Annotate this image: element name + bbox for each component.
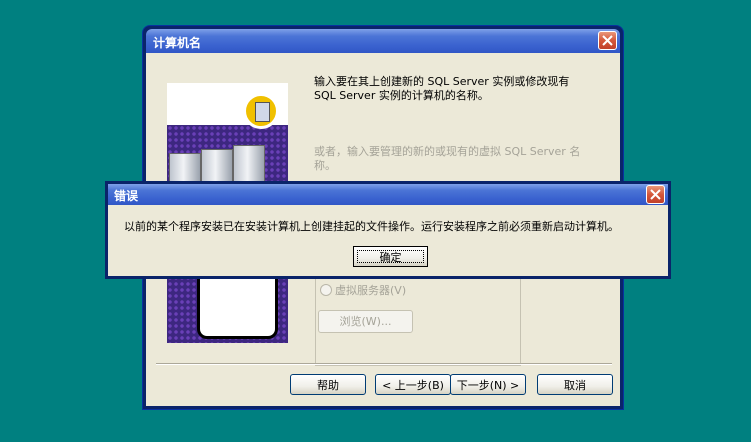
error-title-bar[interactable]: 错误 bbox=[108, 184, 668, 205]
next-button[interactable]: 下一步(N) > bbox=[450, 374, 526, 395]
help-button[interactable]: 帮助 bbox=[290, 374, 366, 395]
ok-button-label: 确定 bbox=[357, 250, 424, 264]
divider bbox=[156, 363, 612, 365]
close-button[interactable] bbox=[598, 31, 617, 50]
dialog-title-bar[interactable]: 计算机名 bbox=[146, 29, 620, 53]
virtual-server-radio[interactable]: 虚拟服务器(V) bbox=[320, 282, 406, 298]
cancel-button[interactable]: 取消 bbox=[537, 374, 613, 395]
close-icon bbox=[650, 189, 661, 200]
error-dialog: 错误 以前的某个程序安装已在安装计算机上创建挂起的文件操作。运行安装程序之前必须… bbox=[105, 181, 671, 279]
ok-button[interactable]: 确定 bbox=[353, 246, 428, 267]
browse-button[interactable]: 浏览(W)... bbox=[318, 310, 413, 333]
computer-badge-icon bbox=[243, 93, 279, 129]
error-close-button[interactable] bbox=[646, 185, 665, 204]
dialog-title: 计算机名 bbox=[153, 36, 202, 50]
back-button[interactable]: < 上一步(B) bbox=[375, 374, 451, 395]
error-message: 以前的某个程序安装已在安装计算机上创建挂起的文件操作。运行安装程序之前必须重新启… bbox=[124, 220, 619, 233]
virtual-server-label: 虚拟服务器(V) bbox=[335, 284, 407, 297]
instruction-text: 输入要在其上创建新的 SQL Server 实例或修改现有 SQL Server… bbox=[314, 75, 570, 102]
close-icon bbox=[602, 35, 613, 46]
radio-icon bbox=[320, 284, 332, 296]
alternative-instruction-text: 或者，输入要管理的新的或现有的虚拟 SQL Server 名称。 bbox=[314, 145, 581, 172]
error-title: 错误 bbox=[114, 189, 139, 203]
error-body: 以前的某个程序安装已在安装计算机上创建挂起的文件操作。运行安装程序之前必须重新启… bbox=[108, 205, 668, 276]
